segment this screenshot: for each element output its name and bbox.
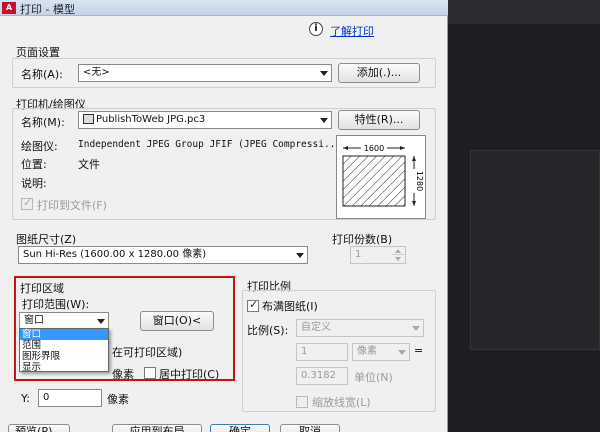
preview-height-text: 1280: [415, 171, 424, 191]
y-offset-unit: 像素: [107, 393, 129, 406]
print-to-file-checkbox[interactable]: [21, 196, 33, 210]
scale-lineweights-checkbox[interactable]: [296, 396, 308, 408]
scale-equals: =: [414, 344, 424, 357]
chevron-down-icon: [296, 253, 304, 258]
y-offset-label: Y:: [21, 392, 30, 405]
paper-preview-drawing: 1600 1280: [342, 142, 424, 207]
copies-spinner[interactable]: 1: [350, 246, 406, 264]
paper-size-heading: 图纸尺寸(Z): [16, 233, 77, 246]
paper-preview: 1600 1280: [336, 135, 426, 219]
fit-to-paper-checkbox[interactable]: [247, 298, 259, 312]
arrow-up-icon: [412, 156, 416, 161]
chevron-down-icon: [320, 71, 328, 76]
backdrop-toolbar: [440, 0, 600, 24]
scale-unit-select[interactable]: 像素: [352, 343, 410, 361]
page-setup-name-value: <无>: [83, 67, 110, 78]
add-page-setup-button[interactable]: 添加(.)...: [338, 63, 420, 83]
spin-down-icon[interactable]: [392, 256, 404, 263]
info-icon: i: [309, 22, 323, 36]
fit-to-paper-label: 布满图纸(I): [262, 300, 318, 313]
location-value: 文件: [78, 158, 100, 171]
arrow-right-icon: [400, 146, 405, 150]
description-label: 说明:: [21, 177, 47, 190]
preview-width-text: 1600: [364, 144, 384, 153]
autocad-backdrop: [440, 0, 600, 432]
paper-hatch-area: [342, 155, 406, 207]
printer-name-label: 名称(M):: [21, 116, 65, 129]
plotter-icon: [83, 114, 94, 124]
scale-unit-value: 像素: [357, 346, 377, 357]
plot-area-highlight: [14, 276, 235, 381]
scale-value: 自定义: [301, 322, 331, 333]
chevron-down-icon: [320, 118, 328, 123]
print-dialog: A 打印 - 模型 i 了解打印 页面设置 名称(A): <无> 添加(.)..…: [0, 0, 448, 432]
plotter-value: Independent JPEG Group JFIF (JPEG Compre…: [78, 139, 342, 150]
chevron-down-icon: [398, 350, 406, 355]
y-offset-input[interactable]: 0: [38, 389, 102, 407]
autocad-app-icon: A: [2, 2, 16, 14]
units-label: 单位(N): [354, 371, 393, 384]
scale-select[interactable]: 自定义: [296, 319, 424, 337]
title-bar: A 打印 - 模型: [0, 0, 448, 16]
printer-properties-button[interactable]: 特性(R)...: [338, 110, 420, 130]
arrow-down-icon: [412, 201, 416, 206]
scale-lineweights-label: 缩放线宽(L): [312, 396, 371, 409]
plotter-label: 绘图仪:: [21, 140, 58, 153]
window-title: 打印 - 模型: [20, 3, 75, 16]
copies-heading: 打印份数(B): [332, 233, 393, 246]
cancel-button[interactable]: 取消: [280, 424, 340, 432]
learn-print-link[interactable]: 了解打印: [330, 23, 374, 39]
apply-to-layout-button[interactable]: 应用到布局: [112, 424, 202, 432]
printer-name-select[interactable]: PublishToWeb JPG.pc3: [78, 111, 332, 129]
print-to-file-label: 打印到文件(F): [37, 199, 107, 212]
backdrop-panel: [470, 150, 600, 350]
spin-up-icon[interactable]: [392, 248, 404, 255]
preview-button[interactable]: 预览(P)...: [8, 424, 70, 432]
location-label: 位置:: [21, 158, 47, 171]
scale-value2-input[interactable]: 0.3182: [296, 367, 348, 385]
page-setup-name-label: 名称(A):: [21, 68, 63, 81]
paper-size-value: Sun Hi-Res (1600.00 x 1280.00 像素): [23, 249, 207, 260]
scale-label: 比例(S):: [247, 324, 289, 337]
arrow-left-icon: [343, 146, 348, 150]
copies-value: 1: [355, 249, 362, 260]
printer-name-value: PublishToWeb JPG.pc3: [96, 114, 206, 125]
chevron-down-icon: [412, 326, 420, 331]
scale-value1-input[interactable]: 1: [296, 343, 348, 361]
ok-button[interactable]: 确定: [210, 424, 270, 432]
page-setup-name-select[interactable]: <无>: [78, 64, 332, 82]
paper-size-select[interactable]: Sun Hi-Res (1600.00 x 1280.00 像素): [18, 246, 308, 264]
